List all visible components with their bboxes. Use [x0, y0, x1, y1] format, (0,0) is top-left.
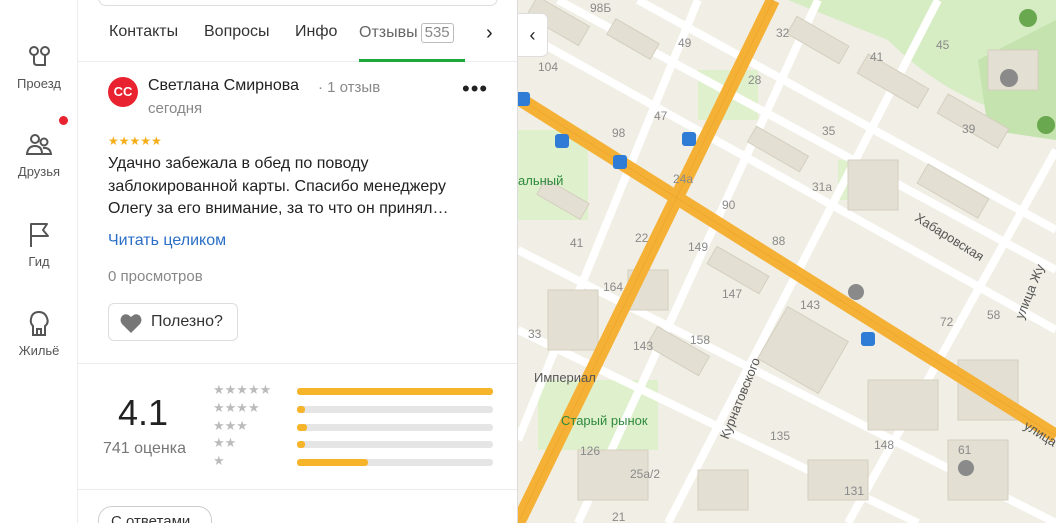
author-review-count: · 1 отзыв [318, 79, 381, 96]
place-label: Старый рынок [561, 413, 648, 428]
rail-item-route[interactable]: Проезд [0, 42, 78, 91]
distribution-stars: ★★★★ [213, 400, 260, 415]
app: Проезд Друзья Гид Жильё Контакты Вопросы… [0, 0, 1056, 523]
tab-contacts[interactable]: Контакты [109, 23, 178, 41]
reviews-count-badge: 535 [420, 23, 454, 43]
rail-item-friends[interactable]: Друзья [0, 130, 78, 179]
house-number: 61 [958, 443, 972, 457]
distribution-bar-fill [297, 388, 493, 395]
organization-panel: Контакты Вопросы Инфо Отзывы 535 › СС Све… [78, 0, 518, 523]
friends-icon [25, 134, 53, 155]
house-number: 22 [635, 231, 649, 245]
house-icon [29, 310, 49, 336]
house-number: 49 [678, 36, 692, 50]
rail-item-label: Жильё [18, 343, 60, 358]
house-number: 41 [870, 50, 884, 64]
panel-tabs: Контакты Вопросы Инфо Отзывы 535 › [78, 14, 517, 62]
distribution-bar [297, 441, 493, 448]
avatar[interactable]: СС [108, 77, 138, 107]
notification-badge [59, 116, 68, 125]
more-options-icon[interactable]: ••• [462, 76, 488, 102]
house-number: 25а/2 [630, 467, 660, 481]
rail-item-label: Друзья [17, 164, 61, 179]
distribution-bar [297, 388, 493, 395]
distribution-bar-fill [297, 459, 368, 466]
left-rail: Проезд Друзья Гид Жильё [0, 0, 78, 523]
distribution-stars: ★★★★★ [213, 382, 272, 397]
house-number: 143 [633, 339, 653, 353]
house-number: 131 [844, 484, 864, 498]
useful-label: Полезно? [151, 313, 223, 330]
flag-icon [30, 223, 49, 247]
distribution-bar-fill [297, 424, 307, 431]
rail-item-label: Проезд [16, 76, 61, 91]
distribution-stars: ★ [213, 453, 225, 468]
street-label: улица [1021, 418, 1056, 450]
review-views: 0 просмотров [108, 268, 203, 285]
tab-questions[interactable]: Вопросы [204, 23, 270, 41]
house-number: 45 [936, 38, 950, 52]
house-number: 90 [722, 198, 736, 212]
distribution-bar-fill [297, 406, 305, 413]
place-label: Империал [534, 370, 596, 385]
map-canvas[interactable]: 98Б 49 32 41 45 104 28 47 98 35 39 24а 31а 90 22 41 88 14… [518, 0, 1056, 523]
with-answers-filter[interactable]: С ответами [98, 506, 212, 523]
house-number: 104 [538, 60, 558, 74]
read-more-link[interactable]: Читать целиком [108, 232, 226, 250]
distribution-bar [297, 459, 493, 466]
tab-reviews-label: Отзывы [359, 24, 418, 41]
search-box-edge [98, 0, 498, 6]
review-card: СС Светлана Смирнова · 1 отзыв сегодня •… [78, 62, 517, 364]
house-number: 98Б [590, 1, 611, 15]
heart-icon [120, 314, 142, 333]
tab-info[interactable]: Инфо [295, 23, 337, 41]
house-number: 35 [822, 124, 836, 138]
house-number: 149 [688, 240, 708, 254]
review-text: Удачно забежала в обед по поводу заблоки… [108, 155, 449, 217]
distribution-stars: ★★ [213, 435, 237, 450]
distribution-stars: ★★★ [213, 418, 248, 433]
useful-button[interactable]: Полезно? [108, 303, 238, 341]
rail-item-guide[interactable]: Гид [0, 220, 78, 269]
house-number: 148 [874, 438, 894, 452]
rating-count: 741 оценка [103, 440, 187, 457]
house-number: 147 [722, 287, 742, 301]
house-number: 135 [770, 429, 790, 443]
map-view[interactable]: 98Б 49 32 41 45 104 28 47 98 35 39 24а 31а 90 22 41 88 14… [518, 0, 1056, 523]
house-number: 164 [603, 280, 623, 294]
route-icon [29, 46, 50, 66]
rail-item-housing[interactable]: Жильё [0, 309, 78, 358]
house-number: 47 [654, 109, 668, 123]
house-number: 88 [772, 234, 786, 248]
review-author[interactable]: Светлана Смирнова [148, 77, 299, 95]
house-number: 28 [748, 73, 762, 87]
distribution-bar [297, 406, 493, 413]
house-number: 33 [528, 327, 542, 341]
collapse-panel-icon[interactable]: ‹ [518, 13, 548, 57]
tab-reviews[interactable]: Отзывы 535 [359, 23, 454, 43]
house-number: 31а [812, 180, 832, 194]
tabs-next-icon[interactable]: › [486, 22, 493, 45]
house-number: 32 [776, 26, 790, 40]
house-number: 98 [612, 126, 626, 140]
rail-item-label: Гид [28, 254, 50, 269]
place-label: альный [518, 173, 563, 188]
house-number: 24а [673, 172, 693, 186]
distribution-bar-fill [297, 441, 305, 448]
rating-summary: 4.1 741 оценка ★★★★★ ★★★★ ★★★ ★★ ★ [78, 364, 517, 490]
house-number: 72 [940, 315, 954, 329]
house-number: 58 [987, 308, 1001, 322]
house-number: 41 [570, 236, 584, 250]
house-number: 158 [690, 333, 710, 347]
review-date: сегодня [148, 100, 203, 117]
rating-value: 4.1 [118, 392, 169, 433]
house-number: 39 [962, 122, 976, 136]
review-stars: ★★★★★ [108, 134, 162, 148]
house-number: 126 [580, 444, 600, 458]
street-label: Курнатовского [717, 355, 763, 441]
house-number: 143 [800, 298, 820, 312]
house-number: 21 [612, 510, 626, 523]
distribution-bar [297, 424, 493, 431]
